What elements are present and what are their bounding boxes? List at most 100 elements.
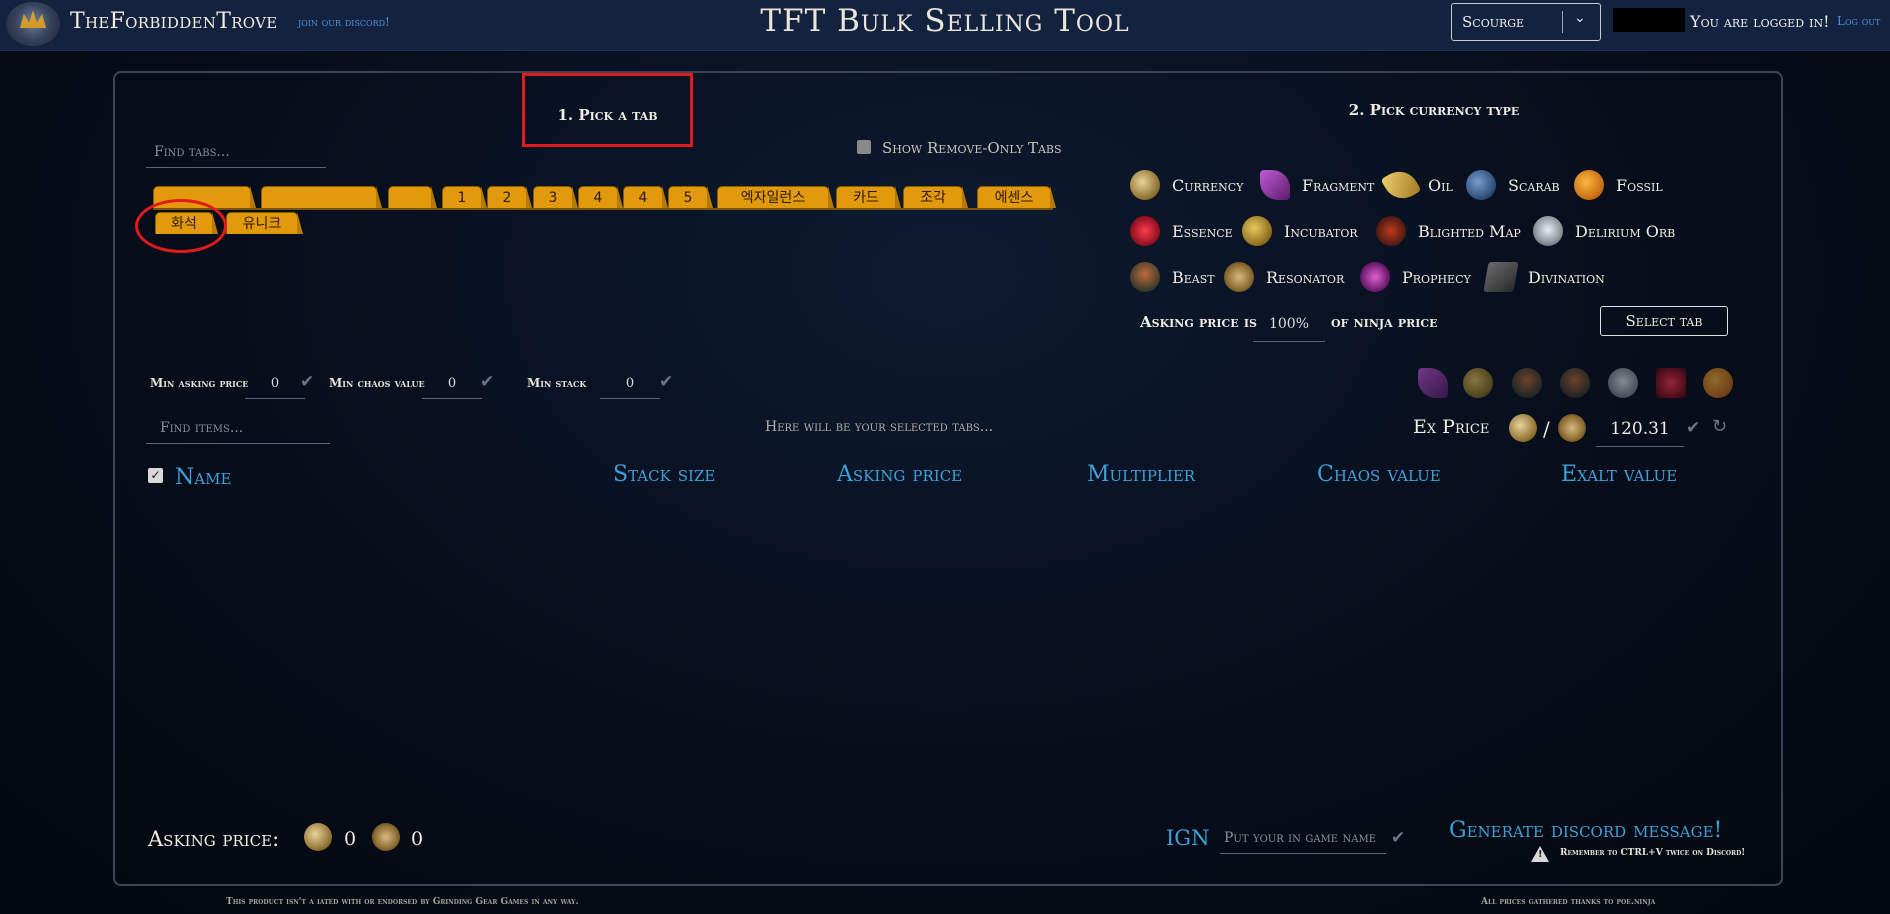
brand-name[interactable]: TheForbiddenTrove xyxy=(70,9,278,34)
blighted-map-icon xyxy=(1376,216,1406,246)
ign-input[interactable] xyxy=(1220,822,1386,854)
resonator-icon xyxy=(1224,262,1254,292)
currency-type-divination[interactable]: Divination xyxy=(1483,262,1605,292)
stash-tab[interactable]: 엑자일런스 xyxy=(717,186,834,208)
currency-type-prophecy[interactable]: Prophecy xyxy=(1360,262,1471,292)
select-all-checkbox[interactable]: ✓ xyxy=(148,468,163,483)
asking-price-prefix: Asking price is xyxy=(1140,313,1257,331)
page-title: TFT Bulk Selling Tool xyxy=(760,3,1130,39)
stash-tab[interactable] xyxy=(261,186,382,208)
stash-tab[interactable]: 조각 xyxy=(903,186,968,208)
stash-tab[interactable]: 5 xyxy=(668,186,713,208)
ign-apply-icon[interactable]: ✔ xyxy=(1391,828,1405,848)
currency-type-label: Oil xyxy=(1428,175,1453,195)
top-bar: TheForbiddenTrove join our discord! TFT … xyxy=(0,0,1890,51)
currency-type-fossil[interactable]: Fossil xyxy=(1574,170,1663,200)
column-header-name[interactable]: Name xyxy=(175,465,231,490)
essence-filter-icon[interactable] xyxy=(1656,368,1686,398)
scarab-filter-icon[interactable] xyxy=(1560,368,1590,398)
ex-price-label: Ex Price xyxy=(1413,416,1490,438)
stash-tab[interactable]: 유니크 xyxy=(226,212,303,234)
column-header-asking-price[interactable]: Asking price xyxy=(837,462,962,487)
min-chaos-value-apply-icon[interactable]: ✔ xyxy=(480,372,494,392)
currency-type-label: Resonator xyxy=(1266,267,1345,287)
column-header-multiplier[interactable]: Multiplier xyxy=(1087,462,1195,487)
currency-type-essence[interactable]: Essence xyxy=(1130,216,1233,246)
currency-type-label: Currency xyxy=(1172,175,1244,195)
delirium-filter-icon[interactable] xyxy=(1608,368,1638,398)
currency-type-label: Prophecy xyxy=(1402,267,1471,287)
fossil-icon xyxy=(1574,170,1604,200)
min-chaos-value-input[interactable] xyxy=(422,368,482,399)
username-redacted xyxy=(1613,8,1685,32)
site-logo-icon[interactable] xyxy=(6,2,60,46)
ex-price-input[interactable] xyxy=(1596,412,1684,447)
essence-icon xyxy=(1130,216,1160,246)
asking-price-suffix: of ninja price xyxy=(1331,313,1438,331)
find-items-input[interactable] xyxy=(146,412,330,444)
ex-price-apply-icon[interactable]: ✔ xyxy=(1686,418,1700,438)
currency-type-oil[interactable]: Oil xyxy=(1380,164,1453,206)
currency-type-fragment[interactable]: Fragment xyxy=(1260,170,1374,200)
scarab-icon xyxy=(1466,170,1496,200)
stash-tab[interactable]: 카드 xyxy=(836,186,901,208)
currency-type-label: Scarab xyxy=(1508,175,1560,195)
min-stack-input[interactable] xyxy=(600,368,660,399)
find-tabs-input[interactable] xyxy=(146,136,326,168)
stash-tab[interactable]: 2 xyxy=(487,186,532,208)
refresh-icon[interactable]: ↻ xyxy=(1712,416,1727,437)
min-asking-price-input[interactable] xyxy=(245,368,305,399)
show-remove-only-checkbox[interactable] xyxy=(857,140,871,154)
column-header-exalt-value[interactable]: Exalt value xyxy=(1561,462,1677,487)
min-stack-label: Min stack xyxy=(527,376,587,390)
league-selected-value: Scourge xyxy=(1462,13,1525,31)
currency-type-incubator[interactable]: Incubator xyxy=(1242,216,1358,246)
footer-credits: All prices gathered thanks to poe.ninja xyxy=(1481,897,1656,907)
beast-icon xyxy=(1130,262,1160,292)
delirium-orb-icon xyxy=(1533,216,1563,246)
currency-type-delirium-orb[interactable]: Delirium Orb xyxy=(1533,216,1675,246)
stash-tab[interactable]: 4 xyxy=(623,186,668,208)
column-header-stack-size[interactable]: Stack size xyxy=(613,462,715,487)
incubator-filter-icon[interactable] xyxy=(1463,368,1493,398)
selected-tabs-placeholder: Here will be your selected tabs... xyxy=(765,419,994,435)
min-asking-price-apply-icon[interactable]: ✔ xyxy=(300,372,314,392)
currency-type-resonator[interactable]: Resonator xyxy=(1224,262,1344,292)
stash-tab[interactable]: 4 xyxy=(578,186,623,208)
currency-type-beast[interactable]: Beast xyxy=(1130,262,1215,292)
beast-filter-icon[interactable] xyxy=(1512,368,1542,398)
min-stack-apply-icon[interactable]: ✔ xyxy=(659,372,673,392)
currency-type-currency[interactable]: Currency xyxy=(1130,170,1243,200)
min-asking-price-label: Min asking price xyxy=(150,376,249,390)
chaos-orb-icon xyxy=(1509,414,1537,442)
step2-label: 2. Pick currency type xyxy=(1348,101,1520,119)
divination-icon xyxy=(1483,262,1519,292)
currency-type-label: Divination xyxy=(1528,267,1605,287)
exalted-orb-icon xyxy=(1558,414,1586,442)
select-tab-button[interactable]: Select tab xyxy=(1600,306,1728,336)
stash-tab[interactable]: 에센스 xyxy=(977,186,1056,208)
league-select[interactable]: Scourge ⌄ xyxy=(1451,3,1601,41)
currency-type-label: Essence xyxy=(1172,221,1233,241)
fragment-icon xyxy=(1260,170,1290,200)
chevron-down-icon[interactable]: ⌄ xyxy=(1574,10,1586,26)
asking-percent-input[interactable] xyxy=(1253,307,1325,342)
stash-tab[interactable] xyxy=(388,186,437,208)
incubator-icon xyxy=(1242,216,1272,246)
column-header-chaos-value[interactable]: Chaos value xyxy=(1317,462,1441,487)
join-discord-link[interactable]: join our discord! xyxy=(298,15,390,29)
stash-tab[interactable]: 3 xyxy=(533,186,578,208)
currency-type-label: Delirium Orb xyxy=(1575,221,1676,241)
currency-type-blighted-map[interactable]: Blighted Map xyxy=(1376,216,1521,246)
stash-tab[interactable]: 1 xyxy=(442,186,487,208)
generate-discord-message-button[interactable]: Generate discord message! xyxy=(1449,818,1722,843)
warning-icon xyxy=(1531,846,1549,862)
prophecy-icon xyxy=(1360,262,1390,292)
logged-in-status: You are logged in! xyxy=(1690,12,1830,31)
fossil-filter-icon[interactable] xyxy=(1703,368,1733,398)
step1-label: 1. Pick a tab xyxy=(557,106,658,124)
logout-link[interactable]: Log out xyxy=(1837,14,1880,28)
currency-type-scarab[interactable]: Scarab xyxy=(1466,170,1560,200)
show-remove-only-label: Show Remove-Only Tabs xyxy=(882,139,1062,157)
currency-icon xyxy=(1130,170,1160,200)
